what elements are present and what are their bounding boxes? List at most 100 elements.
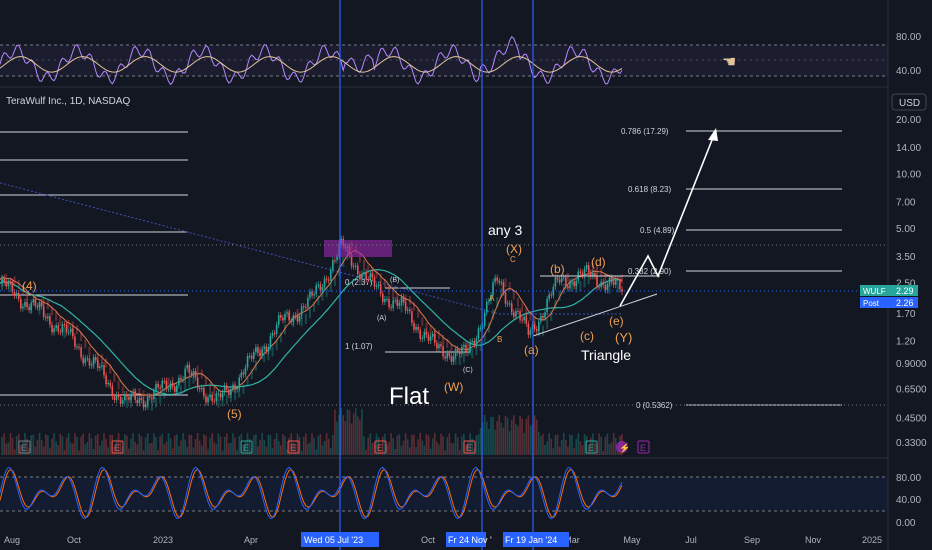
volume-bar bbox=[146, 433, 149, 455]
volume-bar bbox=[490, 416, 492, 455]
candle-body bbox=[194, 371, 197, 378]
candle-body bbox=[523, 316, 526, 321]
volume-bar bbox=[354, 408, 357, 455]
volume-bar bbox=[9, 433, 12, 455]
candle-body bbox=[336, 256, 338, 261]
wave-b-small-label: B bbox=[497, 335, 502, 344]
volume-bar bbox=[263, 439, 265, 455]
wave-c-small-label: C bbox=[510, 255, 516, 264]
candle-body bbox=[565, 277, 567, 287]
volume-bar bbox=[200, 445, 203, 455]
rsi-axis-label: 40.00 bbox=[896, 66, 921, 77]
volume-bar bbox=[313, 437, 315, 455]
candle-body bbox=[94, 357, 97, 361]
candle-body bbox=[269, 335, 272, 348]
candle-body bbox=[427, 334, 430, 341]
price-tag-post: Post 2.26 bbox=[860, 297, 918, 308]
candle-body bbox=[184, 368, 186, 380]
volume-bar bbox=[431, 438, 434, 455]
volume-bar bbox=[602, 450, 605, 455]
candle-body bbox=[273, 333, 276, 335]
volume-bar bbox=[232, 433, 234, 455]
volume-bar bbox=[600, 436, 602, 455]
volume-bar bbox=[402, 440, 405, 455]
time-axis-label: Oct bbox=[67, 535, 82, 545]
candle-body bbox=[286, 312, 288, 314]
candle-body bbox=[223, 385, 226, 393]
candle-body bbox=[440, 344, 442, 347]
candle-body bbox=[30, 302, 33, 311]
candle-body bbox=[431, 333, 434, 337]
volume-bar bbox=[47, 435, 49, 455]
candle-body bbox=[602, 281, 605, 286]
candle-body bbox=[178, 377, 180, 386]
candle-body bbox=[485, 301, 488, 313]
candle-body bbox=[433, 333, 436, 343]
candle-body bbox=[554, 277, 557, 287]
price-chart[interactable]: 0.786 (17.29) 0.618 (8.23) 0.5 (4.89) 0.382… bbox=[0, 0, 932, 550]
candle-body bbox=[369, 273, 372, 280]
volume-bar bbox=[132, 433, 134, 455]
candle-body bbox=[300, 306, 303, 316]
volume-bar bbox=[515, 424, 517, 455]
fib-level-label: 0.786 (17.29) bbox=[621, 127, 669, 136]
volume-bar bbox=[458, 450, 461, 455]
candle-body bbox=[196, 377, 199, 389]
svg-text:2.26: 2.26 bbox=[896, 298, 914, 308]
volume-bar bbox=[494, 429, 496, 455]
volume-bar bbox=[309, 442, 311, 455]
candle-body bbox=[375, 286, 378, 288]
volume-bar bbox=[207, 449, 209, 455]
candle-body bbox=[215, 393, 218, 402]
candle-body bbox=[533, 324, 536, 330]
volume-bar bbox=[579, 441, 582, 455]
candle-body bbox=[59, 331, 62, 333]
candle-body bbox=[513, 312, 515, 317]
volume-bar bbox=[184, 439, 186, 455]
volume-bar bbox=[425, 434, 428, 455]
wave-5-label: (5) bbox=[227, 407, 242, 421]
candle-body bbox=[498, 280, 501, 283]
candle-body bbox=[388, 298, 390, 308]
volume-bar bbox=[84, 444, 87, 455]
candle-body bbox=[47, 316, 49, 319]
svg-text:WULF: WULF bbox=[863, 287, 886, 296]
volume-bar bbox=[357, 416, 359, 455]
dividend-marker[interactable]: ⚡ bbox=[616, 441, 630, 454]
wave-C-paren-label: (C) bbox=[463, 367, 473, 374]
volume-bar bbox=[59, 433, 62, 455]
candle-body bbox=[535, 329, 538, 331]
candle-body bbox=[315, 285, 318, 295]
volume-bar bbox=[604, 436, 607, 455]
svg-text:E: E bbox=[640, 443, 646, 453]
volume-bar bbox=[419, 433, 422, 455]
candle-body bbox=[446, 353, 449, 359]
candle-body bbox=[82, 357, 85, 364]
candle-body bbox=[402, 296, 405, 303]
highlight-box bbox=[324, 240, 392, 257]
candle-body bbox=[265, 346, 268, 352]
volume-bar bbox=[230, 442, 232, 455]
volume-bar bbox=[506, 417, 509, 455]
svg-text:E: E bbox=[243, 443, 249, 453]
volume-bar bbox=[567, 446, 569, 455]
candle-body bbox=[182, 379, 184, 381]
volume-bar bbox=[103, 433, 105, 455]
candle-body bbox=[161, 380, 164, 389]
candle-body bbox=[72, 328, 74, 337]
candle-body bbox=[76, 346, 78, 348]
candle-body bbox=[207, 397, 209, 403]
flat-label: Flat bbox=[389, 383, 429, 410]
volume-bar bbox=[502, 427, 505, 455]
wave-4-label: (4) bbox=[22, 279, 37, 293]
candle-body bbox=[44, 316, 47, 319]
volume-bar bbox=[583, 433, 586, 455]
candle-body bbox=[381, 293, 384, 302]
candle-body bbox=[20, 298, 22, 309]
volume-bar bbox=[225, 433, 228, 455]
volume-bar bbox=[167, 433, 170, 455]
volume-bar bbox=[409, 447, 411, 455]
volume-bar bbox=[252, 435, 255, 455]
candle-body bbox=[88, 358, 91, 366]
volume-bar bbox=[388, 441, 390, 455]
